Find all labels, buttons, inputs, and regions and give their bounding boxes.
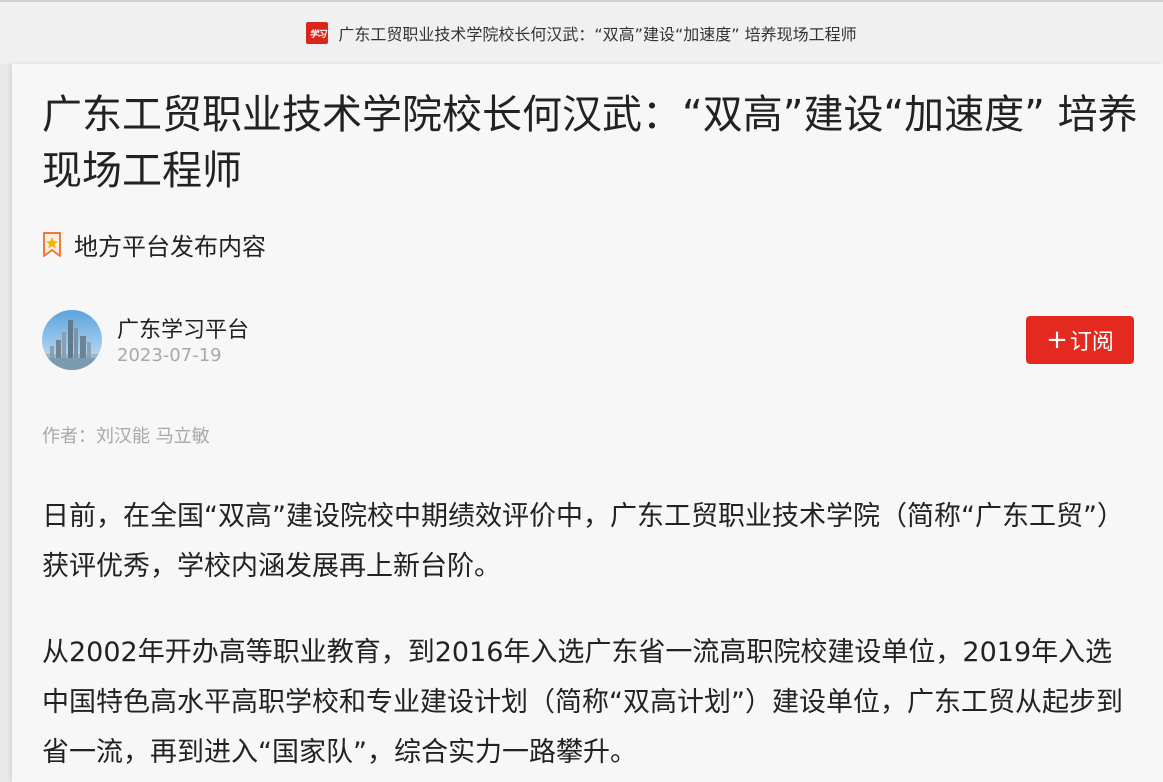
article-title: 广东工贸职业技术学院校长何汉武：“双高”建设“加速度” 培养现场工程师	[42, 92, 1138, 194]
tab-title[interactable]: 广东工贸职业技术学院校长何汉武：“双高”建设“加速度” 培养现场工程师	[338, 21, 856, 45]
article-page: 广东工贸职业技术学院校长何汉武：“双高”建设“加速度” 培养现场工程师 地方平台…	[12, 64, 1163, 782]
article-paragraph: 日前，在全国“双高”建设院校中期绩效评价中，广东工贸职业技术学院（简称“广东工贸…	[42, 501, 1124, 582]
publisher-row: 广东学习平台 2023-07-19 + 订阅	[42, 310, 1134, 372]
subscribe-label: 订阅	[1069, 330, 1114, 355]
avatar[interactable]	[42, 310, 102, 370]
plus-icon: +	[1046, 325, 1068, 355]
byline: 作者：刘汉能 马立敏	[42, 426, 210, 447]
article-paragraph: 从2002年开办高等职业教育，到2016年入选广东省一流高职院校建设单位，201…	[42, 637, 1123, 768]
publisher-name[interactable]: 广东学习平台	[117, 312, 249, 344]
source-label: 地方平台发布内容	[74, 233, 266, 261]
publish-date: 2023-07-19	[117, 345, 222, 366]
source-tag: 地方平台发布内容	[42, 227, 266, 262]
star-bookmark-icon	[42, 231, 62, 258]
xuexi-logo-icon: 学习	[306, 22, 329, 44]
subscribe-button[interactable]: + 订阅	[1026, 316, 1134, 364]
browser-tab-bar: 学习 广东工贸职业技术学院校长何汉武：“双高”建设“加速度” 培养现场工程师	[0, 0, 1163, 64]
